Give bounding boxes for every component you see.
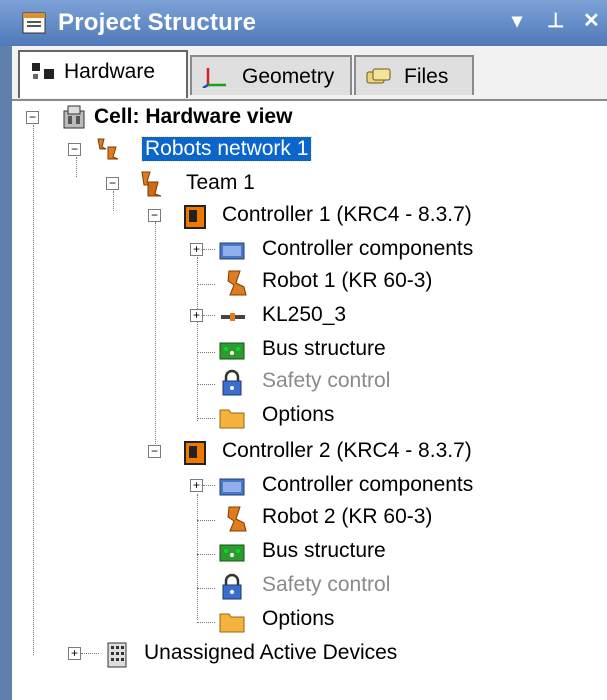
controller-components-icon	[219, 242, 245, 260]
panel-left-border	[0, 0, 12, 700]
pin-icon[interactable]: ⊥	[547, 8, 564, 33]
controller-components-icon	[219, 478, 245, 496]
tab-strip: Hardware Geometry Files	[12, 46, 607, 100]
selected-node-label: Robots network 1	[140, 136, 313, 162]
cell-icon	[63, 105, 85, 129]
bus-structure-icon	[219, 544, 245, 562]
tree-line	[155, 222, 156, 450]
tree-line	[76, 157, 77, 177]
collapse-toggle[interactable]: −	[26, 111, 39, 124]
title-bar: Project Structure ▾ ⊥ ✕	[0, 0, 607, 46]
bus-structure-icon	[219, 342, 245, 360]
hardware-icon	[32, 63, 54, 79]
dropdown-icon[interactable]: ▾	[512, 8, 522, 33]
collapse-toggle[interactable]: −	[106, 177, 119, 190]
project-structure-icon	[22, 12, 46, 34]
files-icon	[366, 68, 391, 84]
window-title: Project Structure	[58, 9, 257, 36]
robot-icon	[227, 506, 247, 532]
robots-network-icon	[97, 138, 119, 160]
expand-toggle[interactable]: +	[190, 479, 203, 492]
close-icon[interactable]: ✕	[583, 8, 600, 33]
tree-line	[197, 257, 198, 421]
controller-icon	[184, 441, 206, 465]
controller-icon	[184, 205, 206, 229]
geometry-axes-icon	[202, 68, 226, 88]
tab-files[interactable]: Files	[354, 55, 474, 95]
tree-line	[197, 494, 198, 620]
padlock-icon	[222, 573, 242, 600]
tab-hardware[interactable]: Hardware	[18, 50, 188, 98]
unassigned-devices-icon	[107, 642, 127, 668]
tab-geometry[interactable]: Geometry	[190, 55, 352, 95]
tree-line	[33, 125, 34, 655]
hardware-tree: − Cell: Hardware view − Robots network 1…	[12, 101, 607, 700]
expand-toggle[interactable]: +	[68, 647, 81, 660]
collapse-toggle[interactable]: −	[148, 445, 161, 458]
project-structure-panel: Project Structure ▾ ⊥ ✕ Hardware Geometr…	[0, 0, 607, 700]
padlock-icon	[222, 369, 242, 396]
tree-line	[113, 191, 114, 211]
collapse-toggle[interactable]: −	[68, 143, 81, 156]
collapse-toggle[interactable]: −	[148, 209, 161, 222]
folder-icon	[219, 409, 245, 429]
expand-toggle[interactable]: +	[190, 243, 203, 256]
folder-icon	[219, 613, 245, 633]
expand-toggle[interactable]: +	[190, 309, 203, 322]
linear-unit-icon	[221, 313, 245, 321]
team-robots-icon	[141, 171, 162, 197]
robot-icon	[227, 270, 247, 296]
